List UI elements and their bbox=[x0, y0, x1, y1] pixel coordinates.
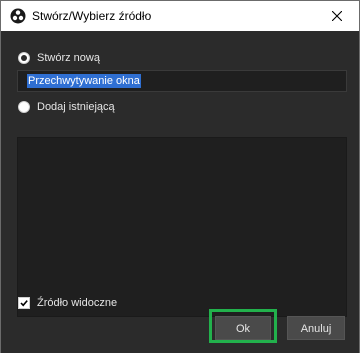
add-existing-radio[interactable] bbox=[18, 101, 30, 113]
existing-sources-list[interactable] bbox=[17, 137, 347, 317]
create-select-source-dialog: Stwórz/Wybierz źródło Stwórz nową Przech… bbox=[0, 0, 360, 353]
title-bar: Stwórz/Wybierz źródło bbox=[1, 1, 359, 31]
source-visible-checkbox[interactable] bbox=[18, 297, 30, 309]
checkmark-icon bbox=[20, 300, 28, 307]
window-title: Stwórz/Wybierz źródło bbox=[32, 9, 152, 23]
close-button[interactable] bbox=[315, 1, 359, 31]
add-existing-option[interactable]: Dodaj istniejącą bbox=[18, 99, 115, 115]
close-icon bbox=[332, 11, 342, 21]
cancel-button[interactable]: Anuluj bbox=[287, 316, 345, 340]
create-new-radio[interactable] bbox=[18, 52, 30, 64]
create-new-label: Stwórz nową bbox=[37, 52, 100, 64]
source-visible-label: Źródło widoczne bbox=[37, 297, 118, 309]
ok-button[interactable]: Ok bbox=[215, 316, 271, 340]
source-visible-option[interactable]: Źródło widoczne bbox=[18, 297, 117, 309]
create-new-option[interactable]: Stwórz nową bbox=[18, 50, 100, 66]
obs-icon bbox=[10, 8, 26, 24]
source-name-input[interactable]: Przechwytywanie okna bbox=[17, 70, 347, 92]
source-name-value: Przechwytywanie okna bbox=[27, 74, 141, 88]
add-existing-label: Dodaj istniejącą bbox=[37, 101, 115, 113]
dialog-content: Stwórz nową Przechwytywanie okna Dodaj i… bbox=[1, 31, 359, 353]
